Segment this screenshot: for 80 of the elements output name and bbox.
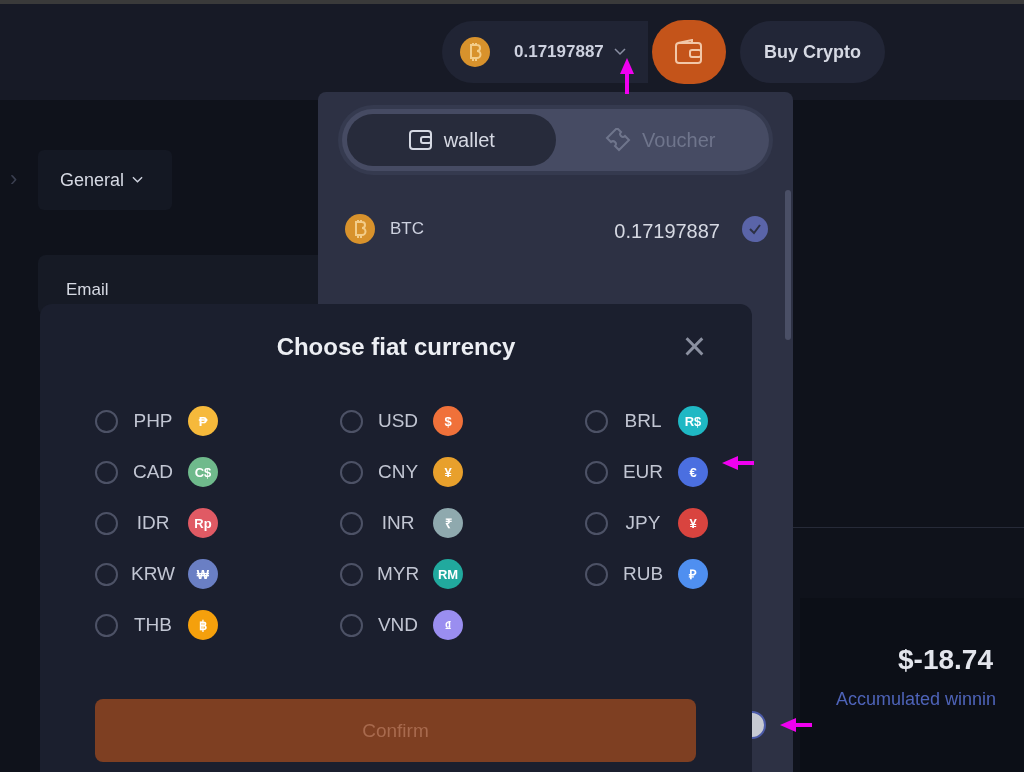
coin-name: BTC xyxy=(390,219,425,239)
currency-code: PHP xyxy=(132,410,174,432)
currency-code: IDR xyxy=(135,512,171,534)
currency-code: MYR xyxy=(375,563,421,585)
currency-option[interactable]: CNY ¥ xyxy=(340,454,585,490)
wallet-icon xyxy=(674,39,704,65)
currency-option[interactable]: RUB ₽ xyxy=(585,556,708,592)
currency-code: EUR xyxy=(621,461,665,483)
bitcoin-icon xyxy=(460,37,490,67)
annotation-arrow xyxy=(619,58,635,94)
radio-button[interactable] xyxy=(95,511,118,535)
radio-button[interactable] xyxy=(95,562,118,586)
stat-label: Accumulated winnin xyxy=(836,689,997,710)
currency-code: JPY xyxy=(624,512,662,534)
currency-code: KRW xyxy=(130,563,176,585)
bitcoin-icon xyxy=(345,214,375,244)
currency-code: USD xyxy=(376,410,420,432)
currency-option[interactable]: USD $ xyxy=(340,403,585,439)
buy-crypto-button[interactable]: Buy Crypto xyxy=(740,21,885,83)
currency-symbol: ₹ xyxy=(433,508,463,538)
radio-button[interactable] xyxy=(340,511,363,535)
currency-code: CNY xyxy=(376,461,420,483)
currency-option[interactable]: CAD C$ xyxy=(95,454,340,490)
radio-button[interactable] xyxy=(585,511,608,535)
chevron-down-icon xyxy=(132,176,144,184)
stat-value: $-18.74 xyxy=(898,644,993,676)
balance-selector[interactable]: 0.17197887 xyxy=(442,21,648,83)
currency-symbol: ¥ xyxy=(433,457,463,487)
currency-symbol: RM xyxy=(433,559,463,589)
currency-option[interactable]: KRW ₩ xyxy=(95,556,340,592)
currency-symbol: ₫ xyxy=(433,610,463,640)
currency-symbol: $ xyxy=(433,406,463,436)
check-icon[interactable] xyxy=(742,216,768,242)
currency-symbol: ₽ xyxy=(678,559,708,589)
currency-option[interactable]: VND ₫ xyxy=(340,607,585,643)
radio-button[interactable] xyxy=(585,562,608,586)
modal-title: Choose fiat currency xyxy=(276,333,516,361)
currency-option[interactable]: EUR € xyxy=(585,454,708,490)
currency-symbol: ¥ xyxy=(678,508,708,538)
currency-symbol: C$ xyxy=(188,457,218,487)
ticket-icon xyxy=(604,128,633,152)
currency-symbol: Rp xyxy=(188,508,218,538)
currency-symbol: € xyxy=(678,457,708,487)
close-button[interactable]: × xyxy=(678,329,710,363)
currency-code: CAD xyxy=(131,461,175,483)
currency-code: VND xyxy=(376,614,420,636)
radio-button[interactable] xyxy=(340,409,363,433)
radio-button[interactable] xyxy=(340,460,363,484)
email-label: Email xyxy=(66,280,109,300)
general-dropdown[interactable]: General xyxy=(38,150,172,210)
currency-option[interactable]: MYR RM xyxy=(340,556,585,592)
tab[interactable]: wallet xyxy=(347,114,556,166)
currency-option[interactable]: JPY ¥ xyxy=(585,505,708,541)
radio-button[interactable] xyxy=(585,409,608,433)
currency-symbol: ₱ xyxy=(188,406,218,436)
currency-code: RUB xyxy=(621,563,665,585)
annotation-arrow xyxy=(780,717,812,733)
annotation-arrow xyxy=(722,455,754,471)
radio-button[interactable] xyxy=(340,562,363,586)
currency-code: BRL xyxy=(623,410,663,432)
currency-code: INR xyxy=(380,512,416,534)
currency-option[interactable]: IDR Rp xyxy=(95,505,340,541)
wallet-icon xyxy=(407,128,434,152)
scrollbar-thumb[interactable] xyxy=(785,190,791,340)
radio-button[interactable] xyxy=(340,613,363,637)
radio-button[interactable] xyxy=(95,613,118,637)
radio-button[interactable] xyxy=(585,460,608,484)
currency-symbol: ฿ xyxy=(188,610,218,640)
currency-symbol: ₩ xyxy=(188,559,218,589)
radio-button[interactable] xyxy=(95,460,118,484)
balance-amount: 0.17197887 xyxy=(514,42,604,62)
currency-symbol: R$ xyxy=(678,406,708,436)
currency-option[interactable]: INR ₹ xyxy=(340,505,585,541)
currency-option[interactable]: PHP ₱ xyxy=(95,403,340,439)
currency-option[interactable]: BRL R$ xyxy=(585,403,708,439)
radio-button[interactable] xyxy=(95,409,118,433)
currency-code: THB xyxy=(133,614,173,636)
chevron-down-icon xyxy=(613,48,626,56)
currency-option[interactable]: THB ฿ xyxy=(95,607,340,643)
coin-amount: 0.17197887 xyxy=(614,219,720,243)
